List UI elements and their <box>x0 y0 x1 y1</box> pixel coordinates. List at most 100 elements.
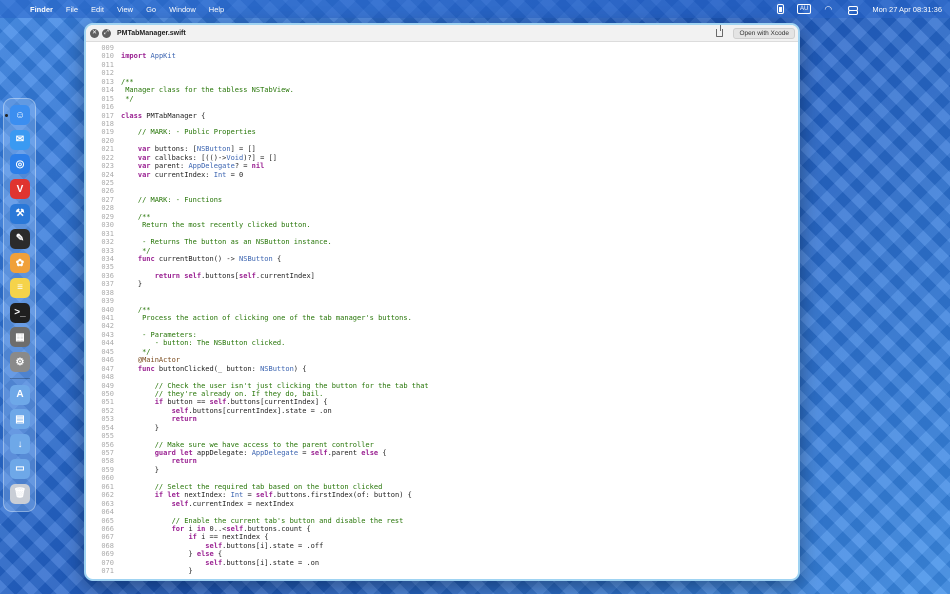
code-line: 048 <box>86 373 798 381</box>
line-number: 021 <box>101 145 114 154</box>
code-text: var buttons: [NSButton] = [] <box>137 145 256 154</box>
line-number: 023 <box>101 162 114 171</box>
menu-go[interactable]: Go <box>146 5 156 14</box>
line-number: 010 <box>101 52 114 61</box>
line-number: 038 <box>101 288 114 297</box>
code-line: 070 self.buttons[i].state = .on <box>86 559 798 567</box>
menu-file[interactable]: File <box>66 5 78 14</box>
code-line: 009 <box>86 44 798 52</box>
code-line: 032 - Returns The button as an NSButton … <box>86 238 798 246</box>
code-text: } <box>121 280 143 289</box>
code-text: Manager class for the tabless NSTabView. <box>121 86 294 95</box>
finder-icon[interactable]: ☺ <box>10 105 30 125</box>
mail-icon[interactable]: ✉ <box>10 129 30 150</box>
system-settings-icon[interactable]: ⚙ <box>10 352 30 372</box>
applications-folder-icon[interactable]: A <box>10 384 30 405</box>
code-text: /** <box>121 77 134 86</box>
code-text: // they're already on. If they do, bail. <box>121 389 324 398</box>
line-number: 011 <box>101 60 114 69</box>
code-text: return <box>171 415 197 424</box>
line-number: 061 <box>101 482 114 491</box>
line-number: 053 <box>101 415 114 424</box>
menu-window[interactable]: Window <box>169 5 196 14</box>
code-line: 057 guard let appDelegate: AppDelegate =… <box>86 449 798 457</box>
code-view[interactable]: 009 010 import AppKit 011 012 013/** 014 Manag… <box>86 42 798 579</box>
line-number: 024 <box>101 170 114 179</box>
line-number: 066 <box>101 524 114 533</box>
line-number: 070 <box>101 558 114 567</box>
calculator-icon[interactable]: ▦ <box>10 327 30 348</box>
menu-help[interactable]: Help <box>209 5 224 14</box>
vivaldi-icon[interactable]: V <box>10 179 30 200</box>
safari-icon[interactable]: ◎ <box>10 154 30 175</box>
menu-app-name[interactable]: Finder <box>30 5 53 14</box>
code-line: 046 @MainActor <box>86 356 798 364</box>
code-line: 039 <box>86 297 798 305</box>
line-number: 042 <box>101 322 114 331</box>
line-number: 068 <box>101 541 114 550</box>
downloads-folder-icon[interactable]: ↓ <box>10 434 30 455</box>
window-titlebar[interactable]: ✕ ⤢ PMTabManager.swift Open with Xcode <box>86 25 798 42</box>
fullscreen-button[interactable]: ⤢ <box>102 28 111 38</box>
code-text: /** <box>121 212 151 221</box>
menu-edit[interactable]: Edit <box>91 5 104 14</box>
code-text: import AppKit <box>121 52 176 61</box>
battery-icon[interactable] <box>777 4 785 14</box>
xcode-icon[interactable]: ⚒ <box>10 203 30 224</box>
notes-icon[interactable]: ≡ <box>10 277 30 298</box>
line-number: 067 <box>101 533 114 542</box>
line-number: 015 <box>101 94 114 103</box>
quicklook-window: ✕ ⤢ PMTabManager.swift Open with Xcode 0… <box>84 23 800 581</box>
terminal-icon[interactable]: >_ <box>10 302 30 323</box>
line-number: 029 <box>101 212 114 221</box>
code-line: 045 */ <box>86 348 798 356</box>
code-text: */ <box>121 347 151 356</box>
code-text: - Parameters: <box>121 330 197 339</box>
documents-folder-icon[interactable]: ▤ <box>10 409 30 430</box>
code-text: } <box>121 423 159 432</box>
keyboard-layout-indicator[interactable]: AU <box>797 4 812 14</box>
code-line: 067 if i == nextIndex { <box>86 533 798 541</box>
line-number: 050 <box>101 389 114 398</box>
code-line: 025 <box>86 179 798 187</box>
code-line: 061 // Select the required tab based on … <box>86 483 798 491</box>
code-line: 031 <box>86 230 798 238</box>
menu-clock[interactable]: Mon 27 Apr 08:31:36 <box>872 5 942 14</box>
code-line: 027 // MARK: - Functions <box>86 196 798 204</box>
line-number: 018 <box>101 119 114 128</box>
code-line: 052 self.buttons[currentIndex].state = .… <box>86 407 798 415</box>
code-line: 037 } <box>86 280 798 288</box>
pixelmator-icon[interactable]: ✿ <box>10 253 30 274</box>
code-line: 051 if button == self.buttons[currentInd… <box>86 398 798 406</box>
close-button[interactable]: ✕ <box>90 28 99 38</box>
code-line: 056 // Make sure we have access to the p… <box>86 441 798 449</box>
trash-icon[interactable]: 🗑 <box>10 483 30 504</box>
code-line: 064 <box>86 508 798 516</box>
code-line: 010 import AppKit <box>86 52 798 60</box>
code-line: 058 return <box>86 457 798 465</box>
code-line: 055 <box>86 432 798 440</box>
menu-view[interactable]: View <box>117 5 133 14</box>
code-line: 020 <box>86 137 798 145</box>
wifi-icon[interactable]: ◠ <box>824 4 834 14</box>
line-number: 033 <box>101 246 114 255</box>
control-center-icon[interactable] <box>847 5 859 15</box>
line-number: 012 <box>101 69 114 78</box>
line-number: 027 <box>101 195 114 204</box>
desktop-folder-icon[interactable]: ▭ <box>10 458 30 479</box>
code-line: 023 var parent: AppDelegate? = nil <box>86 162 798 170</box>
code-line: 068 self.buttons[i].state = .off <box>86 542 798 550</box>
code-line: 035 <box>86 263 798 271</box>
code-line: 015 */ <box>86 95 798 103</box>
script-editor-icon[interactable]: ✎ <box>10 228 30 249</box>
code-line: 012 <box>86 69 798 77</box>
code-line: 024 var currentIndex: Int = 0 <box>86 171 798 179</box>
line-number: 026 <box>101 187 114 196</box>
share-icon[interactable] <box>716 25 723 37</box>
code-text: // MARK: - Functions <box>121 195 223 204</box>
line-number: 051 <box>101 398 114 407</box>
code-line: 033 */ <box>86 247 798 255</box>
code-text: if let nextIndex: Int = self.buttons.fir… <box>154 491 412 500</box>
code-text: return <box>171 457 197 466</box>
open-with-xcode-button[interactable]: Open with Xcode <box>733 27 795 39</box>
